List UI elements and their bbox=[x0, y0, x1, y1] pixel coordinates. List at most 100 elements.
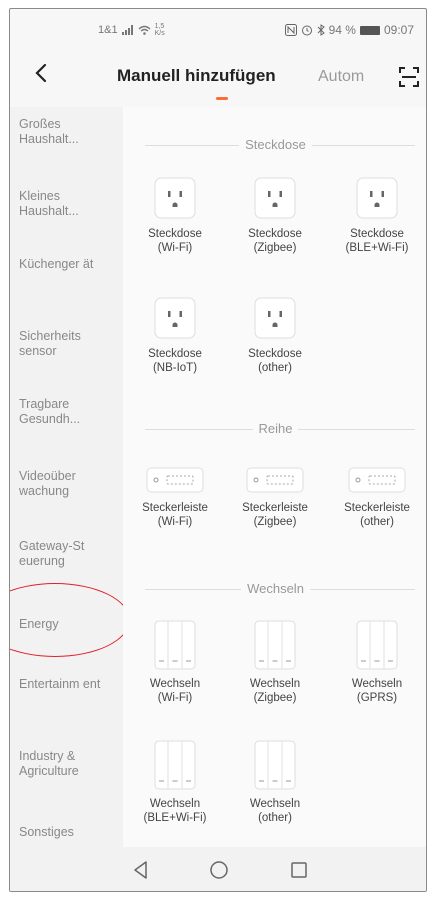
device-name: Wechseln (Wi-Fi) bbox=[125, 677, 225, 705]
device-steckerleiste-zigbee[interactable]: Steckerleiste (Zigbee) bbox=[225, 465, 325, 529]
sidebar-item-sicherheitssensor[interactable]: Sicherheits sensor bbox=[19, 329, 119, 359]
section-header-reihe: Reihe bbox=[123, 419, 426, 439]
back-arrow-icon[interactable] bbox=[30, 57, 54, 89]
tab-auto-scan[interactable]: Autom bbox=[318, 68, 364, 86]
device-name: Steckdose (other) bbox=[225, 347, 325, 375]
device-name: Steckdose (Zigbee) bbox=[225, 227, 325, 255]
device-protocol: (Wi-Fi) bbox=[157, 242, 193, 254]
socket-icon bbox=[254, 297, 296, 339]
scan-icon[interactable] bbox=[397, 65, 421, 89]
category-sidebar: Großes Haushalt... Kleines Haushalt... K… bbox=[10, 107, 123, 849]
system-nav-bar bbox=[10, 847, 426, 891]
sidebar-item-sonstiges[interactable]: Sonstiges bbox=[19, 825, 119, 840]
battery-icon bbox=[359, 25, 380, 35]
device-wechseln-wifi[interactable]: Wechseln (Wi-Fi) bbox=[125, 619, 225, 705]
sidebar-item-kuechengeraet[interactable]: Küchenger ät bbox=[19, 257, 119, 272]
alarm-icon bbox=[301, 25, 312, 36]
device-type: Wechseln bbox=[249, 678, 301, 690]
active-tab-indicator bbox=[216, 97, 228, 100]
wall-switch-icon bbox=[154, 740, 196, 790]
wall-switch-icon bbox=[356, 620, 398, 670]
device-name: Steckerleiste (Wi-Fi) bbox=[125, 501, 225, 529]
wall-switch-icon bbox=[254, 740, 296, 790]
nav-home-icon[interactable] bbox=[208, 859, 230, 881]
socket-icon bbox=[254, 177, 296, 219]
device-name: Steckdose (NB-IoT) bbox=[125, 347, 225, 375]
sidebar-item-entertainment[interactable]: Entertainm ent bbox=[19, 677, 119, 692]
header: Manuell hinzufügen Autom bbox=[10, 49, 426, 109]
socket-icon bbox=[154, 177, 196, 219]
sidebar-item-kleines-haushalt[interactable]: Kleines Haushalt... bbox=[19, 189, 119, 219]
sidebar-item-industry-agriculture[interactable]: Industry & Agriculture bbox=[19, 749, 119, 779]
speed-unit: K/s bbox=[154, 30, 165, 37]
sidebar-item-energy[interactable]: Energy bbox=[19, 617, 119, 632]
device-protocol: (Wi-Fi) bbox=[157, 692, 193, 704]
section-title: Wechseln bbox=[123, 581, 426, 596]
power-strip-icon bbox=[348, 467, 406, 493]
nav-back-icon[interactable] bbox=[130, 859, 152, 881]
device-protocol: (Zigbee) bbox=[253, 692, 297, 704]
device-name: Steckerleiste (other) bbox=[327, 501, 426, 529]
device-steckdose-ble-wifi[interactable]: Steckdose (BLE+Wi-Fi) bbox=[327, 175, 426, 255]
section-title: Steckdose bbox=[123, 137, 426, 152]
status-right: 94 % 09:07 bbox=[284, 23, 414, 37]
device-wechseln-zigbee[interactable]: Wechseln (Zigbee) bbox=[225, 619, 325, 705]
section-title-text: Steckdose bbox=[239, 137, 312, 152]
status-bar: 1&1 1,5 K/s 94 % 09:07 bbox=[10, 9, 426, 49]
device-type: Steckdose bbox=[350, 228, 404, 240]
device-name: Wechseln (other) bbox=[225, 797, 325, 825]
device-protocol: (Zigbee) bbox=[253, 516, 297, 528]
speed-value: 1,5 bbox=[154, 23, 165, 30]
power-strip-icon bbox=[246, 467, 304, 493]
nav-recents-icon[interactable] bbox=[288, 859, 310, 881]
device-steckdose-other[interactable]: Steckdose (other) bbox=[225, 295, 325, 375]
device-protocol: (other) bbox=[258, 362, 292, 374]
device-steckdose-zigbee[interactable]: Steckdose (Zigbee) bbox=[225, 175, 325, 255]
socket-icon bbox=[356, 177, 398, 219]
device-protocol: (Zigbee) bbox=[253, 242, 297, 254]
section-title-text: Reihe bbox=[252, 421, 299, 436]
device-wechseln-ble-wifi[interactable]: Wechseln (BLE+Wi-Fi) bbox=[125, 739, 225, 825]
clock: 09:07 bbox=[383, 23, 414, 37]
device-name: Steckerleiste (Zigbee) bbox=[225, 501, 325, 529]
sidebar-item-videoueberwachung[interactable]: Videoüber wachung bbox=[19, 469, 119, 499]
page-title[interactable]: Manuell hinzufügen bbox=[117, 66, 276, 86]
device-name: Steckdose (BLE+Wi-Fi) bbox=[327, 227, 426, 255]
device-protocol: (BLE+Wi-Fi) bbox=[143, 812, 207, 824]
section-header-steckdose: Steckdose bbox=[123, 135, 426, 155]
power-strip-icon bbox=[146, 467, 204, 493]
device-protocol: (BLE+Wi-Fi) bbox=[345, 242, 409, 254]
device-type: Steckerleiste bbox=[142, 502, 208, 514]
network-speed: 1,5 K/s bbox=[155, 23, 165, 37]
device-type: Wechseln bbox=[149, 798, 201, 810]
battery-percent: 94 % bbox=[328, 23, 356, 37]
device-steckerleiste-wifi[interactable]: Steckerleiste (Wi-Fi) bbox=[125, 465, 225, 529]
device-name: Steckdose (Wi-Fi) bbox=[125, 227, 225, 255]
section-header-wechseln: Wechseln bbox=[123, 579, 426, 599]
device-protocol: (GPRS) bbox=[356, 692, 398, 704]
sidebar-item-gateway-steuerung[interactable]: Gateway-St euerung bbox=[19, 539, 119, 569]
device-steckdose-nb-iot[interactable]: Steckdose (NB-IoT) bbox=[125, 295, 225, 375]
device-type: Steckdose bbox=[248, 348, 302, 360]
section-title: Reihe bbox=[123, 421, 426, 436]
wall-switch-icon bbox=[254, 620, 296, 670]
device-type: Steckdose bbox=[148, 228, 202, 240]
device-name: Wechseln (Zigbee) bbox=[225, 677, 325, 705]
sidebar-item-grosses-haushalt[interactable]: Großes Haushalt... bbox=[19, 117, 119, 147]
nfc-icon bbox=[284, 24, 297, 36]
device-type: Steckerleiste bbox=[242, 502, 308, 514]
phone-screen: 1&1 1,5 K/s 94 % 09:07 Manuell hinzufüge… bbox=[9, 8, 427, 892]
device-name: Wechseln (BLE+Wi-Fi) bbox=[125, 797, 225, 825]
device-list: Steckdose Steckdose (Wi-Fi) Steckdose (Z… bbox=[123, 107, 426, 849]
device-wechseln-other[interactable]: Wechseln (other) bbox=[225, 739, 325, 825]
socket-icon bbox=[154, 297, 196, 339]
device-steckerleiste-other[interactable]: Steckerleiste (other) bbox=[327, 465, 426, 529]
device-protocol: (NB-IoT) bbox=[152, 362, 198, 374]
device-type: Wechseln bbox=[249, 798, 301, 810]
bluetooth-icon bbox=[317, 24, 325, 36]
device-wechseln-gprs[interactable]: Wechseln (GPRS) bbox=[327, 619, 426, 705]
sidebar-item-tragbare-gesundheit[interactable]: Tragbare Gesundh... bbox=[19, 397, 119, 427]
device-protocol: (Wi-Fi) bbox=[157, 516, 193, 528]
device-type: Steckdose bbox=[248, 228, 302, 240]
device-steckdose-wifi[interactable]: Steckdose (Wi-Fi) bbox=[125, 175, 225, 255]
